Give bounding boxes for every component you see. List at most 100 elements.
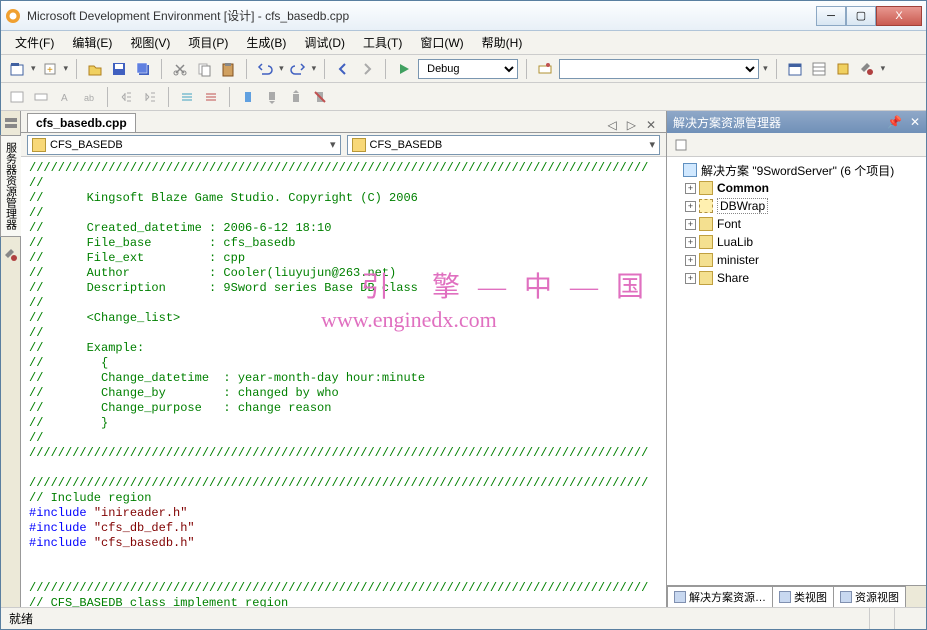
tab-resource-view[interactable]: 资源视图: [833, 586, 906, 608]
main-area: 服务器资源管理器 cfs_basedb.cpp ◁ ▷ ✕ CFS_BASEDB…: [1, 111, 926, 607]
tree-row-project[interactable]: +Common: [685, 179, 924, 197]
nav-back-icon[interactable]: [333, 59, 353, 79]
view-code-icon[interactable]: [671, 135, 691, 155]
member-combo-text: CFS_BASEDB: [370, 139, 443, 151]
menu-help[interactable]: 帮助(H): [474, 32, 531, 53]
titlebar: Microsoft Development Environment [设计] -…: [1, 1, 926, 31]
status-ready: 就绪: [9, 610, 33, 627]
solution-tree[interactable]: 解决方案 "9SwordServer" (6 个项目)+Common+DBWra…: [667, 157, 926, 585]
properties-icon[interactable]: [809, 59, 829, 79]
paste-icon[interactable]: [218, 59, 238, 79]
tree-row-project[interactable]: +minister: [685, 251, 924, 269]
menu-build[interactable]: 生成(B): [238, 32, 294, 53]
left-tool-tabs: 服务器资源管理器: [1, 111, 21, 607]
svg-text:+: +: [47, 65, 53, 76]
svg-text:ab: ab: [84, 93, 94, 103]
code-content[interactable]: ////////////////////////////////////////…: [21, 157, 666, 607]
object-browser-icon[interactable]: [833, 59, 853, 79]
class-icon: [352, 138, 366, 152]
doc-close-icon[interactable]: ✕: [642, 118, 660, 132]
class-icon: [32, 138, 46, 152]
cut-icon[interactable]: [170, 59, 190, 79]
resview-tab-icon: [840, 591, 852, 603]
window-controls: ─ ▢ X: [816, 6, 922, 26]
doc-next-icon[interactable]: ▷: [623, 118, 640, 132]
svg-text:A: A: [61, 93, 68, 104]
comment-icon[interactable]: [177, 87, 197, 107]
menu-file[interactable]: 文件(F): [7, 32, 62, 53]
find-combo[interactable]: [559, 59, 759, 79]
tab-solution-explorer[interactable]: 解决方案资源…: [667, 586, 773, 608]
copy-icon[interactable]: [194, 59, 214, 79]
solution-icon: [683, 163, 697, 177]
quick-info-icon[interactable]: A: [55, 87, 75, 107]
server-explorer-tab[interactable]: 服务器资源管理器: [0, 135, 22, 237]
redo-icon[interactable]: [288, 59, 308, 79]
panel-close-icon[interactable]: ✕: [910, 115, 920, 129]
menu-view[interactable]: 视图(V): [122, 32, 178, 53]
maximize-button[interactable]: ▢: [846, 6, 876, 26]
close-button[interactable]: X: [876, 6, 922, 26]
find-icon[interactable]: [535, 59, 555, 79]
window-title: Microsoft Development Environment [设计] -…: [27, 7, 816, 24]
nav-fwd-icon[interactable]: [357, 59, 377, 79]
uncomment-icon[interactable]: [201, 87, 221, 107]
undo-icon[interactable]: [255, 59, 275, 79]
save-icon[interactable]: [109, 59, 129, 79]
project-icon: [699, 217, 713, 231]
expand-icon[interactable]: +: [685, 201, 696, 212]
minimize-button[interactable]: ─: [816, 6, 846, 26]
tree-row-solution[interactable]: 解决方案 "9SwordServer" (6 个项目): [669, 161, 924, 179]
panel-bottom-tabs: 解决方案资源… 类视图 资源视图: [667, 585, 926, 607]
param-info-icon[interactable]: [31, 87, 51, 107]
start-icon[interactable]: [394, 59, 414, 79]
server-explorer-icon[interactable]: [3, 115, 19, 131]
save-all-icon[interactable]: [133, 59, 153, 79]
bookmark-clear-icon[interactable]: [310, 87, 330, 107]
classview-tab-icon: [779, 591, 791, 603]
solution-explorer-icon[interactable]: [785, 59, 805, 79]
document-nav: ◁ ▷ ✕: [603, 118, 660, 132]
tree-row-project[interactable]: +Font: [685, 215, 924, 233]
tree-row-project[interactable]: + Share: [685, 269, 924, 287]
expand-icon[interactable]: +: [685, 219, 696, 230]
code-viewport[interactable]: ////////////////////////////////////////…: [21, 157, 666, 607]
app-icon: [5, 8, 21, 24]
menu-window[interactable]: 窗口(W): [412, 32, 471, 53]
new-project-icon[interactable]: [7, 59, 27, 79]
menu-project[interactable]: 项目(P): [180, 32, 236, 53]
member-combo[interactable]: CFS_BASEDB: [347, 135, 661, 155]
member-list-icon[interactable]: [7, 87, 27, 107]
panel-title-text: 解决方案资源管理器: [673, 114, 781, 131]
doc-prev-icon[interactable]: ◁: [603, 118, 620, 132]
word-complete-icon[interactable]: ab: [79, 87, 99, 107]
config-combo[interactable]: Debug: [418, 59, 518, 79]
menu-debug[interactable]: 调试(D): [296, 32, 353, 53]
add-item-icon[interactable]: +: [40, 59, 60, 79]
panel-title-bar: 解决方案资源管理器 📌 ✕: [667, 111, 926, 133]
expand-icon[interactable]: +: [685, 237, 696, 248]
document-tab-active[interactable]: cfs_basedb.cpp: [27, 113, 136, 132]
bookmark-next-icon[interactable]: [286, 87, 306, 107]
indent-less-icon[interactable]: [116, 87, 136, 107]
tree-row-project[interactable]: +DBWrap: [685, 197, 924, 215]
panel-toolbar: [667, 133, 926, 157]
toolbox-icon[interactable]: [857, 59, 877, 79]
indent-more-icon[interactable]: [140, 87, 160, 107]
toolbox-tab-icon[interactable]: [3, 247, 19, 263]
project-label: Share: [717, 271, 749, 285]
tab-class-view[interactable]: 类视图: [772, 586, 834, 608]
expand-icon[interactable]: +: [685, 273, 696, 284]
toolbar-text-editor: A ab: [1, 83, 926, 111]
scope-combo[interactable]: CFS_BASEDB: [27, 135, 341, 155]
expand-icon[interactable]: +: [685, 255, 696, 266]
open-icon[interactable]: [85, 59, 105, 79]
menu-tools[interactable]: 工具(T): [355, 32, 410, 53]
tree-row-project[interactable]: +LuaLib: [685, 233, 924, 251]
expand-icon[interactable]: +: [685, 183, 696, 194]
pin-icon[interactable]: 📌: [887, 115, 902, 129]
project-icon: [699, 235, 713, 249]
menu-edit[interactable]: 编辑(E): [64, 32, 120, 53]
bookmark-toggle-icon[interactable]: [238, 87, 258, 107]
bookmark-prev-icon[interactable]: [262, 87, 282, 107]
